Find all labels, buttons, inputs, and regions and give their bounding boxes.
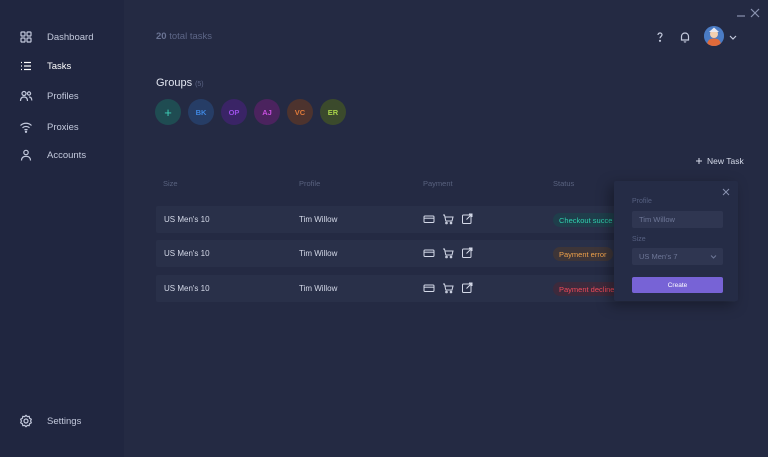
new-task-label: New Task xyxy=(707,156,744,166)
sidebar-item-settings[interactable]: Settings xyxy=(0,410,124,432)
chevron-down-icon[interactable] xyxy=(726,30,740,44)
sidebar-item-accounts[interactable]: Accounts xyxy=(0,144,124,166)
sidebar-item-tasks[interactable]: Tasks xyxy=(0,55,124,77)
sidebar-item-label: Settings xyxy=(47,415,82,427)
profile-select[interactable]: Tim Willow xyxy=(632,211,723,228)
list-icon xyxy=(21,61,31,71)
add-group-button[interactable]: + xyxy=(155,99,181,125)
total-tasks: 20 total tasks xyxy=(156,31,212,42)
credit-card-icon[interactable] xyxy=(423,213,435,225)
size-cell: US Men's 10 xyxy=(164,284,210,293)
help-icon[interactable] xyxy=(653,30,667,44)
sidebar-item-label: Proxies xyxy=(47,121,79,133)
sidebar-item-proxies[interactable]: Proxies xyxy=(0,116,124,138)
avatar-image xyxy=(704,26,724,46)
size-field-label: Size xyxy=(632,236,646,243)
sidebar: Dashboard Tasks Profiles Proxies Account… xyxy=(0,0,124,457)
sidebar-item-label: Accounts xyxy=(47,149,87,161)
cart-icon[interactable] xyxy=(442,282,454,294)
new-task-popup: Profile Tim Willow Size US Men's 7 Creat… xyxy=(614,181,738,301)
user-icon xyxy=(20,149,32,161)
external-link-icon[interactable] xyxy=(461,247,473,259)
minimize-icon[interactable] xyxy=(734,6,748,20)
credit-card-icon[interactable] xyxy=(423,282,435,294)
users-icon xyxy=(19,90,33,102)
size-cell: US Men's 10 xyxy=(164,215,210,224)
groups-count: (5) xyxy=(195,81,204,88)
external-link-icon[interactable] xyxy=(461,282,473,294)
profile-cell: Tim Willow xyxy=(299,249,338,258)
group-vc[interactable]: VC xyxy=(287,99,313,125)
sidebar-item-label: Tasks xyxy=(47,60,72,72)
sidebar-item-profiles[interactable]: Profiles xyxy=(0,85,124,107)
column-header-payment: Payment xyxy=(423,179,453,188)
status-badge: Payment decline xyxy=(553,282,621,296)
wifi-icon xyxy=(20,122,32,133)
status-badge: Payment error xyxy=(553,247,613,261)
groups-title: Groups (5) xyxy=(156,77,204,89)
status-badge: Checkout succe xyxy=(553,213,619,227)
cart-icon[interactable] xyxy=(442,247,454,259)
group-bk[interactable]: BK xyxy=(188,99,214,125)
credit-card-icon[interactable] xyxy=(423,247,435,259)
size-select-value: US Men's 7 xyxy=(639,252,678,261)
column-header-status: Status xyxy=(553,179,575,188)
sidebar-item-dashboard[interactable]: Dashboard xyxy=(0,26,124,48)
column-header-profile: Profile xyxy=(299,179,321,188)
dashboard-icon xyxy=(20,31,32,43)
group-op[interactable]: OP xyxy=(221,99,247,125)
external-link-icon[interactable] xyxy=(461,213,473,225)
sidebar-item-label: Dashboard xyxy=(47,31,94,43)
chevron-down-icon xyxy=(710,255,717,259)
create-button[interactable]: Create xyxy=(632,277,723,293)
new-task-button[interactable]: New Task xyxy=(695,156,744,166)
close-window-icon[interactable] xyxy=(748,6,762,20)
plus-icon xyxy=(696,158,702,164)
gear-icon xyxy=(19,414,33,428)
bell-icon[interactable] xyxy=(678,30,692,44)
profile-cell: Tim Willow xyxy=(299,284,338,293)
column-header-size: Size xyxy=(163,179,178,188)
groups-title-text: Groups xyxy=(156,77,193,89)
avatar[interactable] xyxy=(704,26,724,46)
total-tasks-label: total tasks xyxy=(169,31,212,42)
group-aj[interactable]: AJ xyxy=(254,99,280,125)
profile-field-label: Profile xyxy=(632,198,652,205)
sidebar-item-label: Profiles xyxy=(47,90,79,102)
profile-cell: Tim Willow xyxy=(299,215,338,224)
cart-icon[interactable] xyxy=(442,213,454,225)
size-select[interactable]: US Men's 7 xyxy=(632,248,723,265)
size-cell: US Men's 10 xyxy=(164,249,210,258)
profile-select-value: Tim Willow xyxy=(639,215,675,224)
close-icon[interactable] xyxy=(721,187,731,197)
group-er[interactable]: ER xyxy=(320,99,346,125)
total-tasks-count: 20 xyxy=(156,31,167,42)
